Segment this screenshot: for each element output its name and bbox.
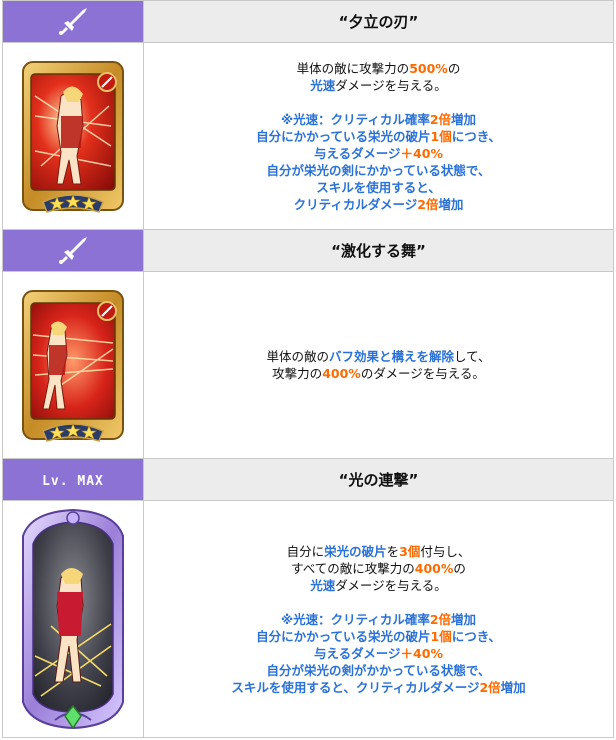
description-text: 自分に bbox=[286, 543, 325, 559]
skill-1-card-cell bbox=[2, 42, 144, 230]
description-line: 単体の敵に攻撃力の500%の bbox=[144, 60, 613, 77]
sword-icon bbox=[56, 236, 90, 266]
value-highlight: 2倍 bbox=[429, 611, 452, 627]
keyword-highlight: 自分が栄光の剣にかかっている状態で、 bbox=[266, 162, 491, 178]
keyword-highlight: 増加 bbox=[451, 611, 477, 627]
description-line: 光速ダメージを与える。 bbox=[144, 577, 613, 594]
level-label: Lv. MAX bbox=[42, 474, 104, 489]
keyword-highlight: ※光速：クリティカル確率 bbox=[280, 611, 430, 627]
value-highlight: 500% bbox=[409, 60, 448, 76]
keyword-highlight: 増加 bbox=[438, 196, 464, 212]
sword-icon bbox=[56, 7, 90, 37]
skill-3-description: 自分に栄光の破片を3個付与し、 すべての敵に攻撃力の400%の 光速ダメージを与える… bbox=[143, 500, 614, 738]
description-text: ダメージを与える。 bbox=[335, 77, 447, 93]
skill-1-card-image bbox=[22, 61, 124, 213]
description-text: の bbox=[453, 560, 466, 576]
description-line: ※光速：クリティカル確率2倍増加 bbox=[144, 111, 613, 128]
value-highlight: ＋40% bbox=[400, 145, 443, 161]
skill-1-description: 単体の敵に攻撃力の500%の 光速ダメージを与える。 ※光速：クリティカル確率2倍増… bbox=[143, 42, 614, 230]
skill-1-body-row: 単体の敵に攻撃力の500%の 光速ダメージを与える。 ※光速：クリティカル確率2倍増… bbox=[2, 42, 614, 230]
description-text: 攻撃力の bbox=[272, 366, 323, 381]
description-text: 単体の敵に攻撃力の bbox=[296, 60, 410, 76]
value-highlight: 2倍 bbox=[417, 196, 439, 212]
description-text: すべての敵に攻撃力の bbox=[291, 560, 415, 576]
description-line: 与えるダメージ＋40% bbox=[144, 645, 613, 662]
skill-3-card-image bbox=[22, 508, 124, 730]
skill-2-name: “激化する舞” bbox=[143, 229, 614, 272]
description-line: すべての敵に攻撃力の400%の bbox=[144, 560, 613, 577]
description-line: 自分に栄光の破片を3個付与し、 bbox=[144, 543, 613, 560]
description-text: して、 bbox=[454, 349, 491, 364]
description-line: 与えるダメージ＋40% bbox=[144, 145, 613, 162]
keyword-highlight: バフ効果と構えを解除 bbox=[328, 349, 454, 364]
skill-3-body-row: 自分に栄光の破片を3個付与し、 すべての敵に攻撃力の400%の 光速ダメージを与える… bbox=[2, 500, 614, 738]
value-highlight: 1個 bbox=[430, 128, 452, 144]
description-line: 自分にかかっている栄光の破片1個につき、 bbox=[144, 128, 613, 145]
skill-2-header-row: “激化する舞” bbox=[2, 229, 614, 272]
skill-1-name: “夕立の刃” bbox=[143, 0, 614, 43]
skill-3-desc-lines: 自分に栄光の破片を3個付与し、 すべての敵に攻撃力の400%の 光速ダメージを与える… bbox=[144, 543, 613, 696]
value-highlight: 2倍 bbox=[479, 679, 501, 695]
skill-table-wrapper: “夕立の刃” 単体の敵に攻撃力の500%の 光速ダメージを与える。 ※光速：クリ… bbox=[2, 0, 614, 738]
description-line: 単体の敵のバフ効果と構えを解除して、 bbox=[144, 348, 613, 365]
keyword-highlight: 与えるダメージ bbox=[314, 645, 401, 661]
skill-1-header-row: “夕立の刃” bbox=[2, 0, 614, 43]
keyword-highlight: につき、 bbox=[451, 628, 501, 644]
skill-3-type-cell: Lv. MAX bbox=[2, 458, 144, 501]
value-highlight: 1個 bbox=[430, 628, 452, 644]
description-line: 自分にかかっている栄光の破片1個につき、 bbox=[144, 628, 613, 645]
description-line: 攻撃力の400%のダメージを与える。 bbox=[144, 365, 613, 382]
keyword-highlight: スキルを使用すると、クリティカルダメージ bbox=[231, 679, 480, 695]
keyword-highlight: 自分が栄光の剣がかかっている状態で、 bbox=[266, 662, 491, 678]
description-text: の bbox=[447, 60, 461, 76]
skill-3-card-cell bbox=[2, 500, 144, 738]
value-highlight: 400% bbox=[322, 366, 361, 381]
keyword-highlight: 与えるダメージ bbox=[314, 145, 401, 161]
keyword-highlight: 自分にかかっている栄光の破片 bbox=[256, 128, 431, 144]
skill-1-type-cell bbox=[2, 0, 144, 43]
skill-2-type-cell bbox=[2, 229, 144, 272]
skill-table: “夕立の刃” 単体の敵に攻撃力の500%の 光速ダメージを与える。 ※光速：クリ… bbox=[2, 0, 614, 738]
keyword-highlight: につき、 bbox=[451, 128, 501, 144]
description-text: のダメージを与える。 bbox=[360, 366, 485, 381]
skill-3-name: “光の連撃” bbox=[143, 458, 614, 501]
description-line: スキルを使用すると、 bbox=[144, 179, 613, 196]
skill-2-body-row: 単体の敵のバフ効果と構えを解除して、 攻撃力の400%のダメージを与える。 bbox=[2, 271, 614, 459]
skill-2-card-image bbox=[22, 290, 124, 442]
skill-2-desc-lines: 単体の敵のバフ効果と構えを解除して、 攻撃力の400%のダメージを与える。 bbox=[144, 348, 613, 382]
keyword-highlight: 増加 bbox=[500, 679, 526, 695]
keyword-highlight: スキルを使用すると、 bbox=[316, 179, 441, 195]
value-highlight: 3個 bbox=[399, 543, 421, 559]
description-line: 自分が栄光の剣がかかっている状態で、 bbox=[144, 662, 613, 679]
skill-2-description: 単体の敵のバフ効果と構えを解除して、 攻撃力の400%のダメージを与える。 bbox=[143, 271, 614, 459]
description-line: ※光速：クリティカル確率2倍増加 bbox=[144, 611, 613, 628]
description-text: ダメージを与える。 bbox=[335, 577, 447, 593]
keyword-highlight: ※光速：クリティカル確率 bbox=[280, 111, 430, 127]
description-line: 自分が栄光の剣にかかっている状態で、 bbox=[144, 162, 613, 179]
skill-1-desc-lines: 単体の敵に攻撃力の500%の 光速ダメージを与える。 ※光速：クリティカル確率2倍増… bbox=[144, 60, 613, 213]
keyword-highlight: 栄光の破片 bbox=[324, 543, 387, 559]
keyword-highlight: クリティカルダメージ bbox=[293, 196, 418, 212]
value-highlight: 400% bbox=[414, 560, 454, 576]
description-text: 付与し、 bbox=[420, 543, 471, 559]
description-text: 単体の敵の bbox=[266, 349, 329, 364]
keyword-highlight: 増加 bbox=[451, 111, 477, 127]
value-highlight: 2倍 bbox=[429, 111, 452, 127]
value-highlight: ＋40% bbox=[400, 645, 443, 661]
keyword-highlight: 自分にかかっている栄光の破片 bbox=[256, 628, 431, 644]
skill-2-card-cell bbox=[2, 271, 144, 459]
description-line: クリティカルダメージ2倍増加 bbox=[144, 196, 613, 213]
keyword-highlight: 光速 bbox=[310, 577, 336, 593]
description-line: スキルを使用すると、クリティカルダメージ2倍増加 bbox=[144, 679, 613, 696]
description-line: 光速ダメージを与える。 bbox=[144, 77, 613, 94]
keyword-highlight: 光速 bbox=[310, 77, 336, 93]
description-text: を bbox=[386, 543, 400, 559]
skill-3-header-row: Lv. MAX “光の連撃” bbox=[2, 458, 614, 501]
